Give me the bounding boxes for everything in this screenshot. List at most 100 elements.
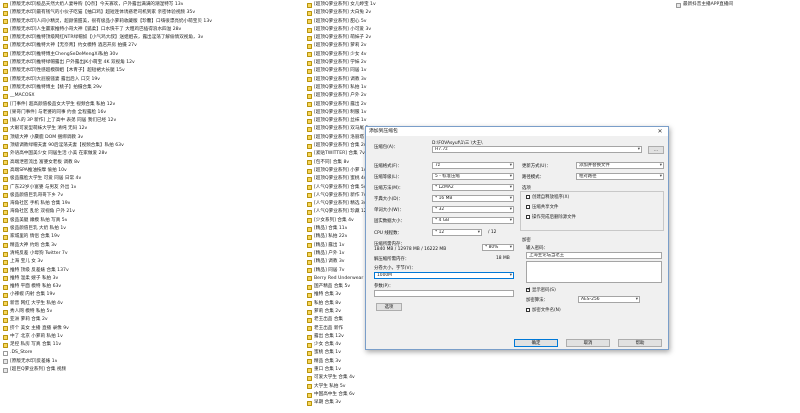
list-item[interactable]: 大学生 私拍 5v [307,383,674,391]
list-item[interactable]: 海角社区 乱伦 双视角 户外 21v [3,208,305,216]
list-item[interactable]: 早期 合集 3v [307,399,674,407]
list-item[interactable]: [超顶Q萝业系列] 女儿婷宝 1v [307,1,674,9]
list-item[interactable]: [超顶Q萝业系列] 露出 2v [307,101,674,109]
list-item[interactable]: 清纯反差 小母狗 Twitter 7v [3,250,305,258]
list-item[interactable]: 挤个 美女 主播 直播 录像 9v [3,325,305,333]
list-item[interactable]: [超顶Q萝业系列] 制服 1v [307,109,674,117]
compression-method-select[interactable]: * LZMA2 [432,184,514,191]
list-item[interactable]: 中国高中生 合集 6v [307,391,674,399]
list-item[interactable]: [原版无水印]推特博主【桃子】拍摄合集 29v [3,84,305,92]
list-item[interactable]: [超顶Q萝业系列] 甜心 5v [307,18,674,26]
list-item-label: 海角社区 手机 私拍 合集 19v [10,201,71,207]
list-item[interactable]: 小辣椒 内射 合集 19v [3,291,305,299]
list-item[interactable]: 中了 北京 小萝莉 私拍 1v [3,333,305,341]
list-item[interactable]: [超顶Q萝业系列] 户外 2v [307,92,674,100]
list-item[interactable]: 极品颜值巨乳哥哥下乡 7v [3,192,305,200]
list-item[interactable]: [超巨Q萝业系列] 合集 视频 [3,366,305,374]
cpu-threads-select[interactable]: * 12 [432,229,482,236]
list-item[interactable]: [原版无水印]推特大神【无奈青】约女模特 酒店开房 拍摄 27v [3,42,305,50]
compress-shared-checkbox[interactable]: 压缩共享文件 [526,204,558,210]
help-button[interactable]: 帮助 [618,339,662,347]
list-item[interactable]: 精品大神 约炮 合集 3v [3,242,305,250]
list-item[interactable]: 极品美腿 嫩模 私拍 写真 5v [3,217,305,225]
list-item[interactable]: [门事件] 超高颜值极品女大学生 视频合集 私拍 12v [3,101,305,109]
list-item[interactable]: 外语高中国美少女 同居生活 小美 在家做爱 28v [3,150,305,158]
parameters-input[interactable] [374,290,514,297]
show-password-checkbox[interactable]: 显示密码(S) [526,287,556,293]
browse-button[interactable]: ... [648,146,664,154]
list-item[interactable]: 高端SPA推油按摩 偷拍 10v [3,167,305,175]
list-item[interactable]: [超顶Q萝业系列] 萝莉 2v [307,42,674,50]
list-item[interactable]: [超顶Q萝业系列] 丝袜 1v [307,117,674,125]
archive-format-select[interactable]: 7z [432,162,514,169]
encryption-method-select[interactable]: AES-256 [578,296,640,303]
list-item[interactable]: [超顶Q萝业系列] 调教 3v [307,76,674,84]
delete-after-checkbox[interactable]: 操作完成后删除源文件 [526,214,576,220]
folder-icon [3,259,8,265]
list-item[interactable]: 海角社区 手机 私拍 合集 19v [3,200,305,208]
list-item[interactable]: 顶级调教绿帽夫妻 90后淫荡夫妻【视频合集】私拍 63v [3,142,305,150]
dictionary-size-select[interactable]: * 16 MB [432,195,514,202]
list-item[interactable]: 极品露脸大学生 可爱 同居 日常 4v [3,175,305,183]
list-item[interactable]: 上海 宝儿 女 3v [3,258,305,266]
list-item[interactable]: [原版无水印]推特绿帽露出 户外露出JK小萌宝 4K 双视角 12v [3,59,305,67]
list-item[interactable]: [超顶Q萝业系列] 萌妹子 2v [307,34,674,42]
update-mode-select[interactable]: 添加并替换文件 [576,162,664,169]
list-item[interactable]: 新晋 网红 大学生 私拍 4v [3,300,305,308]
archive-name-combobox[interactable]: H7.7z [432,146,642,153]
list-item[interactable]: 推特 顶级 反差婊 合集 137v [3,267,305,275]
list-item[interactable]: [原版无水印]最有钱气的小伙子吃猫【抽口鸡】超短连体诱惑老司机到家 亲密体验视频… [3,9,305,17]
ok-button[interactable]: 确定 [514,339,558,347]
list-item[interactable]: [原版无水印]人间小精灵，超颜值甜美，很有极品小萝莉收藏版【珍馨】口嗨很漂亮奶小… [3,18,305,26]
list-item[interactable]: 推特 温柔 嫂子 私拍 3v [3,275,305,283]
list-item[interactable]: 最新抖音主播APP直播间 [676,1,800,9]
list-item[interactable]: 亚洲 萝莉 合集 2v [3,316,305,324]
list-item[interactable]: [原版无水印]大屁股骚妻 露出后入 口交 19v [3,76,305,84]
list-item[interactable]: [果哥门事件] 与老婆的同事 约会 全程露脸 16v [3,109,305,117]
list-item[interactable]: [偷人的 3P 新作] 上了高中 表弟 同居 我们已经 12v [3,117,305,125]
list-item[interactable]: 推特 平面 模特 私拍 63v [3,283,305,291]
path-mode-select[interactable]: 相对路径 [576,173,664,180]
list-item[interactable]: [超顶Q萝业系列] 大白兔 2v [307,9,674,17]
encryption-group-label: 加密 [522,238,531,243]
word-size-select[interactable]: * 32 [432,206,514,213]
list-item[interactable]: 家城里的 情侣 合集 19v [3,233,305,241]
list-item[interactable]: [超顶Q萝业系列] 少女 4v [307,51,674,59]
list-item[interactable]: [超顶Q萝业系列] 私拍 1v [307,84,674,92]
list-item[interactable]: .DS_Store [3,349,305,357]
encrypt-names-checkbox[interactable]: 加密文件名(N) [526,307,561,313]
list-item[interactable]: 顶级大神 小麋鹿 DOM 捆绑调教 3v [3,134,305,142]
list-item[interactable]: [原版无水印]人生赢家推特小哥大神【狐柔】口水快干了 大粗鸡巴插得浪水四溢 28… [3,26,305,34]
list-item[interactable]: [原版无水印]反差婊 1v [3,358,305,366]
list-item[interactable]: __MACOSX [3,92,305,100]
list-item[interactable]: [超顶Q萝业系列] 学妹 2v [307,59,674,67]
password-input-area[interactable] [526,261,662,283]
list-item-label: 海角社区 乱伦 双视角 户外 21v [10,209,75,215]
list-item[interactable]: [原版无水印]性感超模御姐【木青子】超短裙大长腿 15v [3,67,305,75]
list-item[interactable]: 精品 合集 3v [307,358,674,366]
solid-block-size-select[interactable]: * 4 GB [432,217,514,224]
split-volumes-combobox[interactable]: 1000M [374,272,514,279]
list-item[interactable]: [原版无水印]推特顶级网红NTR绿帽奴【小气鸡大叔】送姐姐去，露出淫荡了解偷情双… [3,34,305,42]
list-item[interactable]: 重口 合集 1v [307,366,674,374]
list-item[interactable]: [原版无水印]极品天然大奶人妻导购【Q奈】今天寡欢，户外露出满满的潮湿特写 13… [3,1,305,9]
list-item[interactable]: [原版无水印]推特博主ChengSeDeMengXi私拍 30v [3,51,305,59]
list-item[interactable]: 足控 私房 写真 合集 11v [3,341,305,349]
memory-percent-select[interactable]: * 80% [482,244,514,251]
password-input[interactable]: 上海主论坛当老王 [526,252,662,259]
list-item[interactable]: 秀人网 模特 私拍 5v [3,308,305,316]
list-item[interactable]: [超顶Q萝业系列] 小可爱 3v [307,26,674,34]
list-item[interactable]: 极品颜值巨乳 大奶 私拍 1v [3,225,305,233]
options-button[interactable]: 选项 [376,303,402,311]
list-item[interactable]: 蜜桃 合集 1v [307,349,674,357]
close-icon[interactable]: ✕ [654,127,666,136]
cancel-button[interactable]: 取消 [566,339,610,347]
compression-level-select[interactable]: 5 - 标准压缩 [432,173,514,180]
list-item[interactable]: [超顶Q萝业系列] 同居 1v [307,67,674,75]
list-item[interactable]: 高端泄密流出 富婆女老板 调教 8v [3,159,305,167]
create-sfx-checkbox[interactable]: 创建自释放程序(X) [526,194,569,200]
list-item[interactable]: 广东22岁小富婆 与男友 外出 1v [3,184,305,192]
list-item[interactable]: 大眼可爱型萌妹大学生 清纯 无码 12v [3,125,305,133]
list-item-label: [原版无水印]极品天然大奶人妻导购【Q奈】今天寡欢，户外露出满满的潮湿特写 13… [10,2,184,7]
list-item[interactable]: 可爱大学生 合集 4v [307,374,674,382]
